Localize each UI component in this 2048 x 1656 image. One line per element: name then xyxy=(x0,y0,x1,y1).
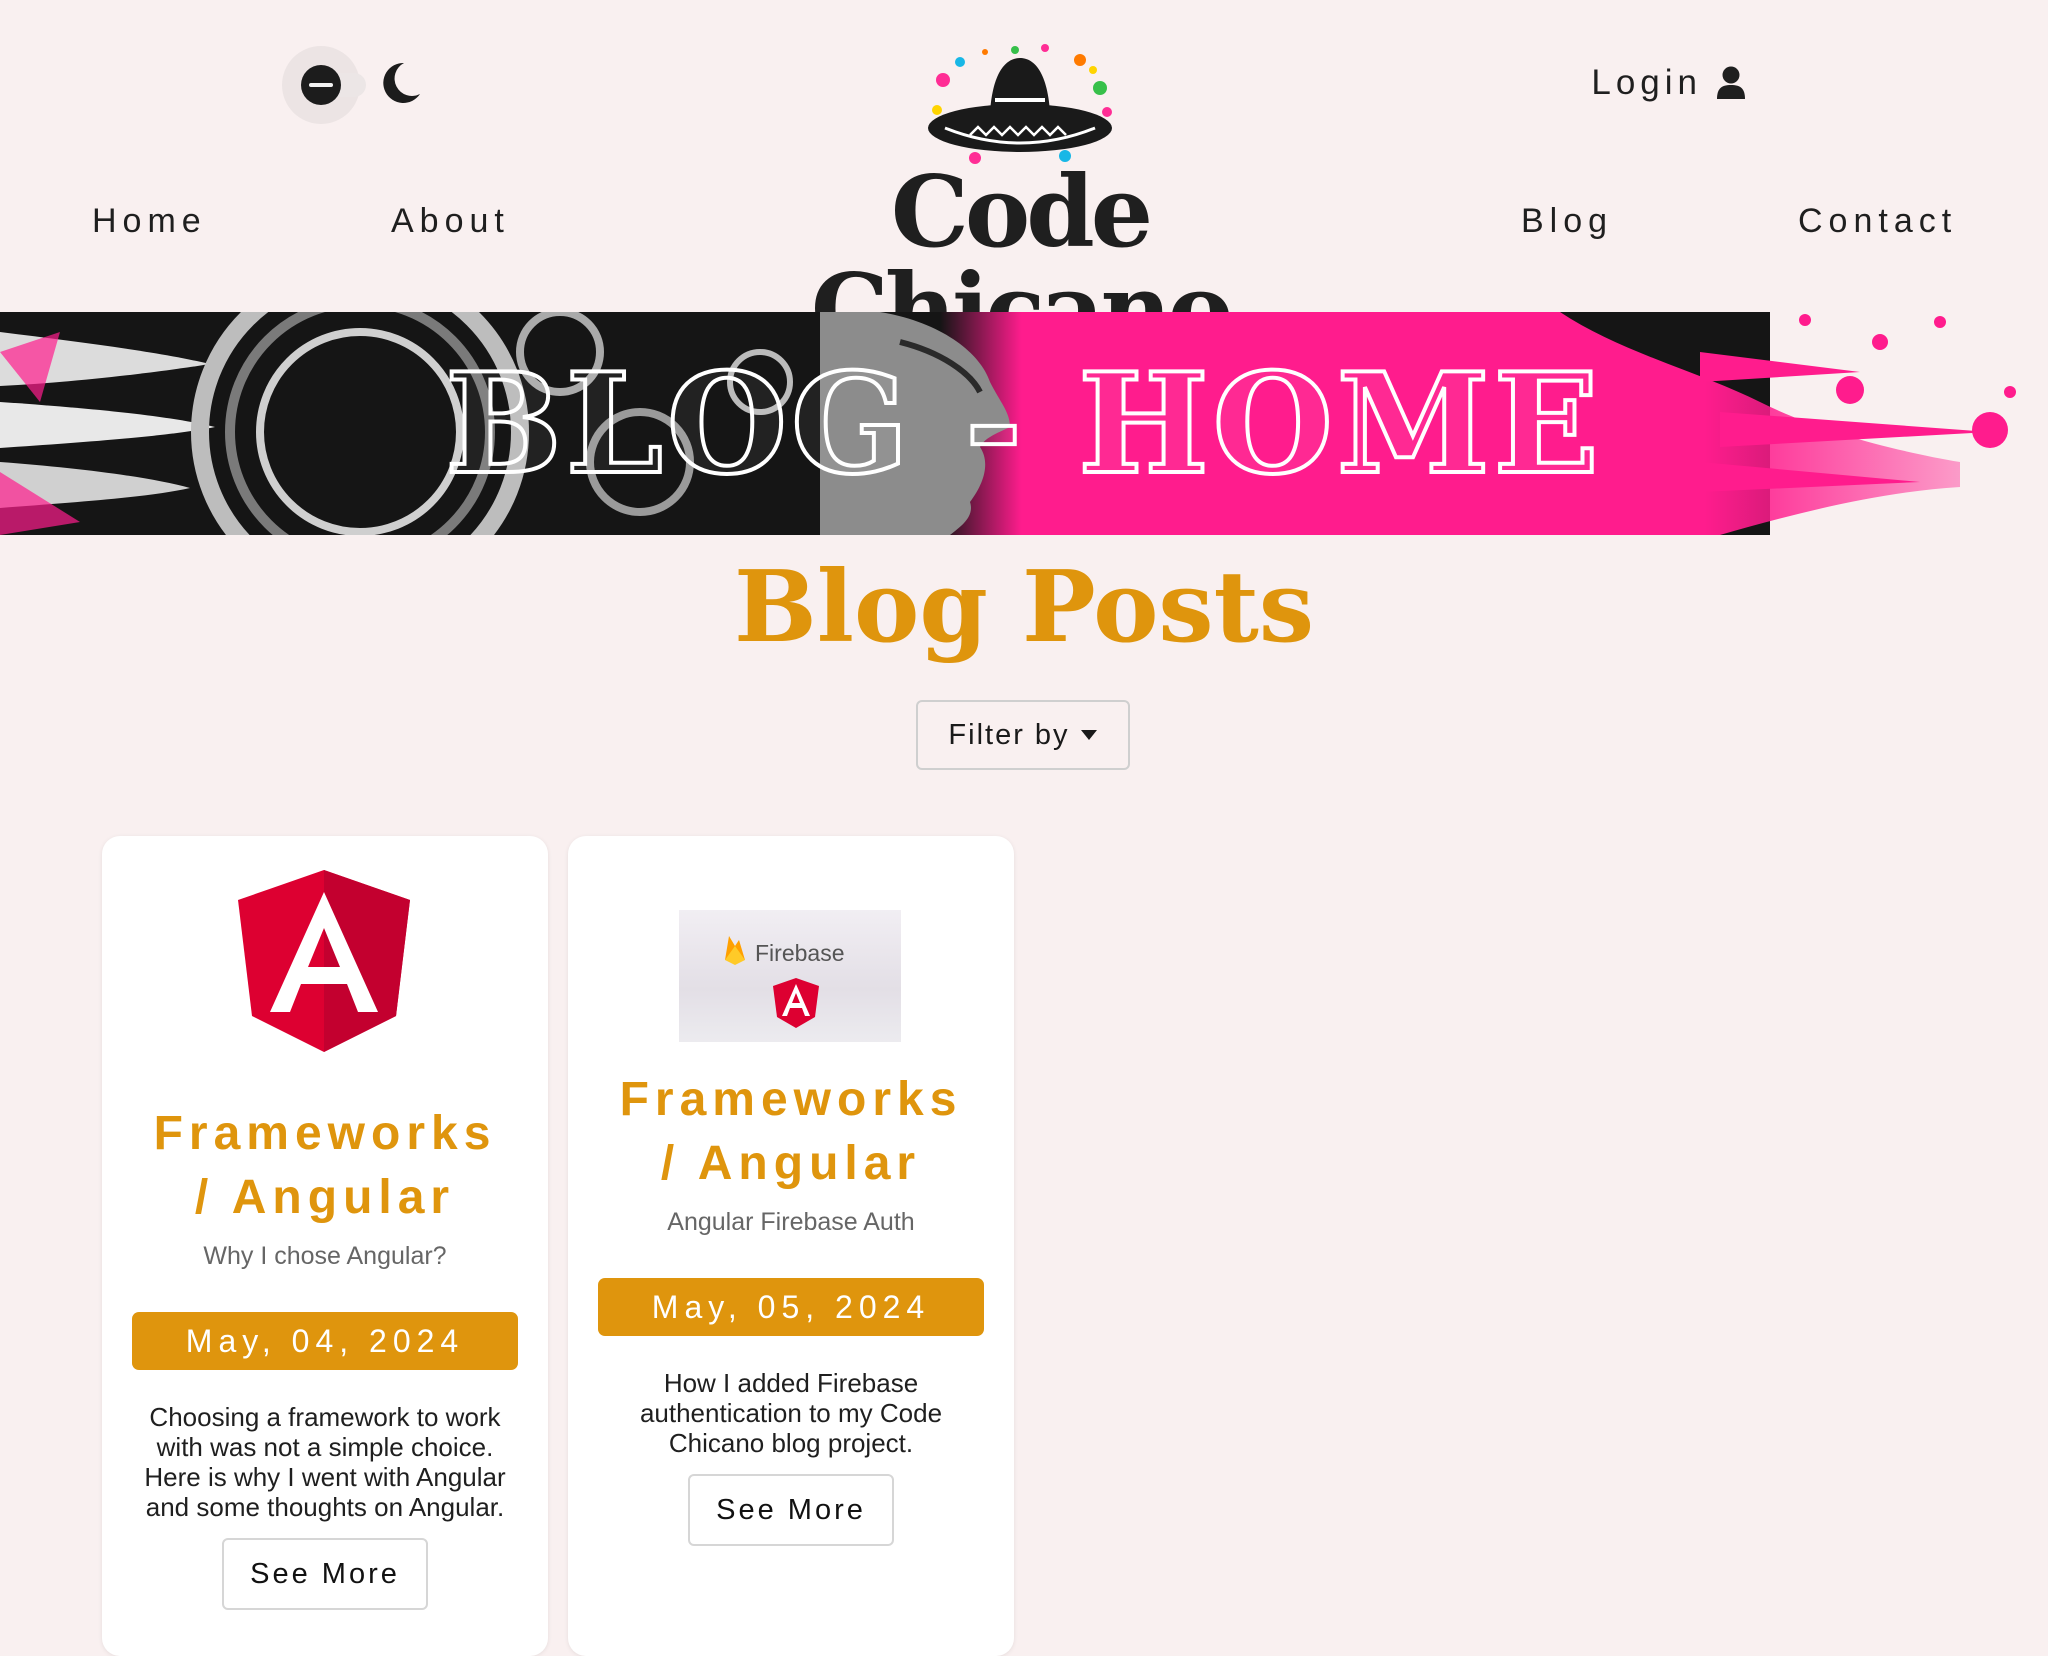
filter-label: Filter by xyxy=(948,718,1070,751)
post-subtitle: Why I chose Angular? xyxy=(203,1242,447,1270)
post-category: Frameworks / Angular xyxy=(102,1102,548,1230)
sombrero-logo-icon xyxy=(928,44,1112,164)
page-title: Blog Posts xyxy=(733,550,1315,665)
post-category-line1: Frameworks xyxy=(153,1107,497,1160)
toggle-knob[interactable] xyxy=(301,65,341,105)
see-more-button[interactable]: See More xyxy=(222,1538,428,1610)
post-description: Choosing a framework to work with was no… xyxy=(144,1402,506,1522)
login-label: Login xyxy=(1591,63,1702,102)
hero-banner: BLOG - HOME xyxy=(0,312,2048,535)
post-date: May, 05, 2024 xyxy=(598,1278,984,1336)
post-category: Frameworks / Angular xyxy=(568,1068,1014,1196)
post-category-line2: / Angular xyxy=(194,1171,456,1224)
nav-about[interactable]: About xyxy=(391,196,510,246)
login-link[interactable]: Login xyxy=(1591,58,1746,108)
see-more-button[interactable]: See More xyxy=(688,1474,894,1546)
post-card: Firebase Frameworks / Angular Angular Fi… xyxy=(568,836,1014,1656)
firebase-label: Firebase xyxy=(755,940,845,966)
post-category-line2: / Angular xyxy=(660,1137,922,1190)
post-description: How I added Firebase authentication to m… xyxy=(639,1368,943,1458)
angular-small-icon xyxy=(773,978,819,1028)
firebase-flame-icon xyxy=(725,936,745,965)
post-subtitle: Angular Firebase Auth xyxy=(667,1208,915,1236)
post-date: May, 04, 2024 xyxy=(132,1312,518,1370)
filter-dropdown[interactable]: Filter by xyxy=(916,700,1130,770)
angular-logo-icon xyxy=(238,870,410,1052)
post-card: Frameworks / Angular Why I chose Angular… xyxy=(102,836,548,1656)
nav-contact[interactable]: Contact xyxy=(1798,196,1957,246)
theme-toggle[interactable] xyxy=(282,46,420,124)
moon-icon xyxy=(383,62,420,103)
firebase-angular-thumbnail: Firebase xyxy=(679,910,901,1042)
post-category-line1: Frameworks xyxy=(619,1073,963,1126)
nav-blog[interactable]: Blog xyxy=(1521,196,1613,246)
caret-down-icon xyxy=(1080,730,1097,740)
nav-home[interactable]: Home xyxy=(92,196,207,246)
user-icon xyxy=(1717,66,1745,99)
banner-title: BLOG - HOME xyxy=(443,342,1603,505)
site-logo[interactable]: Code Chicano xyxy=(690,40,1350,360)
